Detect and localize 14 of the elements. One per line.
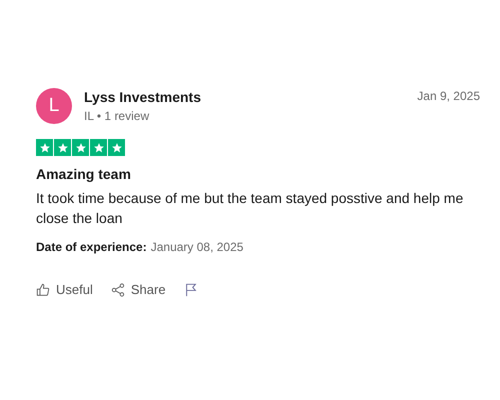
review-title: Amazing team — [36, 166, 132, 182]
author-name[interactable]: Lyss Investments — [84, 89, 418, 105]
share-button[interactable]: Share — [110, 282, 166, 297]
thumbs-up-icon — [36, 282, 50, 296]
report-button[interactable] — [184, 282, 198, 297]
flag-icon — [184, 282, 198, 296]
share-icon — [110, 282, 125, 296]
review-date: Jan 9, 2025 — [417, 89, 480, 103]
avatar: L — [36, 88, 72, 124]
useful-button[interactable]: Useful — [36, 282, 93, 297]
experience-date: January 08, 2025 — [150, 240, 244, 254]
review-text: It took time because of me but the team stayed posstive and help me close the loan — [36, 189, 464, 228]
experience-label: Date of experience: — [36, 240, 147, 254]
reviewer-meta: IL • 1 review — [84, 109, 150, 123]
